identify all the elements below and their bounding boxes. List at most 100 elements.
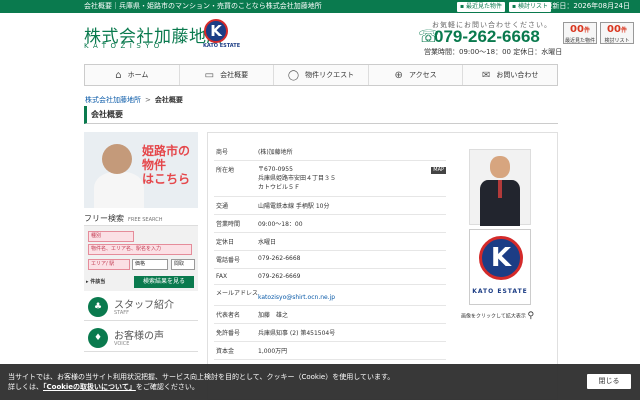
info-value: (株)加藤地所 — [258, 143, 446, 161]
banner-title: 姫路市の物件 はこちら — [142, 144, 198, 186]
search-submit-button[interactable]: 検索結果を見る — [134, 276, 194, 288]
nav-contact-label: お問い合わせ — [496, 71, 539, 79]
price-select[interactable]: 価格 — [132, 259, 168, 270]
info-value: 山陽電鉄本線 手柄駅 10分 — [258, 196, 446, 215]
free-search-title: フリー検索 FREE SEARCH — [84, 213, 163, 224]
considering-list-unit: 件 — [620, 27, 627, 34]
info-key: FAX — [214, 268, 258, 285]
info-row: 営業時間 09:00～18：00 — [214, 214, 446, 233]
staff-link[interactable]: ♣ スタッフ紹介 STAFF — [84, 293, 198, 321]
banner-model-body — [94, 172, 144, 208]
cookie-close-button[interactable]: 閉じる — [587, 374, 631, 389]
info-value: 079-262-6669 — [258, 268, 446, 285]
recent-items-counter[interactable]: 00件 最近見た物件 — [563, 22, 597, 44]
logo-k-icon: K — [479, 236, 523, 280]
considering-list-button[interactable]: ▪ 検討リスト — [509, 2, 551, 12]
cookie-message: 当サイトでは、お客様の当サイト利用状況把握、サービス向上検討を目的として、クッキ… — [8, 372, 568, 392]
photo-tie — [498, 180, 502, 198]
info-row: 定休日 水曜日 — [214, 232, 446, 251]
magnifier-icon[interactable]: ⚲ — [527, 311, 534, 321]
breadcrumb: 株式会社加藤地所 > 会社概要 — [85, 95, 183, 105]
layout-select[interactable]: 間取 — [171, 259, 195, 270]
considering-list-counter[interactable]: 00件 検討リスト — [600, 22, 634, 44]
area-station-select[interactable]: エリア/ 駅 — [88, 259, 130, 270]
globe-icon: ⊕ — [394, 69, 403, 81]
info-key: メールアドレス — [214, 284, 258, 306]
free-search-subtitle: FREE SEARCH — [128, 217, 163, 223]
kato-estate-logo-icon[interactable]: K — [204, 19, 228, 43]
company-info-table: 商号 (株)加藤地所 所在地 〒670-0955 兵庫県姫路市安田４丁目３５ カトウ… — [214, 143, 446, 360]
info-key: 商号 — [214, 143, 258, 161]
breadcrumb-home[interactable]: 株式会社加藤地所 — [85, 96, 141, 104]
site-logo-romaji: KATOZISYO — [84, 42, 164, 50]
info-value: 加藤 雄之 — [258, 305, 446, 324]
nav-contact[interactable]: ✉ お問い合わせ — [463, 65, 557, 85]
cookie-line1: 当サイトでは、お客様の当サイト利用状況把握、サービス向上検討を目的として、クッキ… — [8, 373, 395, 381]
info-row: メールアドレス katozisyo@shirt.ocn.ne.jp — [214, 284, 446, 306]
nav-request[interactable]: ◯ 物件リクエスト — [274, 65, 369, 85]
recent-items-label: 最近見た物件 — [465, 3, 502, 10]
cookie-banner: 当サイトでは、お客様の当サイト利用状況把握、サービス向上検討を目的として、クッキ… — [0, 364, 640, 400]
staff-link-title: スタッフ紹介 — [114, 300, 174, 311]
himeji-properties-banner[interactable]: 姫路市の物件 はこちら — [84, 132, 198, 208]
info-key: 所在地 — [214, 160, 258, 197]
banner-line2: はこちら — [142, 172, 191, 186]
global-nav: ⌂ ホーム ▭ 会社概要 ◯ 物件リクエスト ⊕ アクセス ✉ お問い合わせ — [84, 64, 558, 86]
voice-link[interactable]: ♦ お客様の声 VOICE — [84, 324, 198, 352]
info-row: FAX 079-262-6669 — [214, 268, 446, 285]
keyword-input[interactable]: 物件名、エリア名、駅名を入力 — [88, 244, 192, 255]
info-key: 電話番号 — [214, 250, 258, 269]
mail-icon: ✉ — [481, 69, 491, 81]
considering-list-count: 00 — [607, 24, 621, 35]
logo-wordmark: KATO ESTATE — [472, 288, 528, 295]
book-icon: ▭ — [204, 69, 215, 81]
voice-icon: ♦ — [88, 328, 108, 348]
nav-home[interactable]: ⌂ ホーム — [85, 65, 180, 85]
recent-items-button[interactable]: ▪ 最近見た物件 — [457, 2, 505, 12]
enlarge-note: 画像をクリックして拡大表示 ⚲ — [461, 311, 534, 321]
breadcrumb-separator: > — [145, 96, 151, 104]
info-value: 1,000万円 — [258, 341, 446, 360]
considering-list-counter-label: 検討リスト — [604, 38, 630, 44]
free-search-title-text: フリー検索 — [84, 214, 124, 223]
cookie-policy-link[interactable]: 「Cookieの取扱いについて」 — [43, 383, 136, 391]
recent-items-counter-label: 最近見た物件 — [564, 38, 595, 44]
enlarge-note-text: 画像をクリックして拡大表示 — [461, 313, 526, 320]
info-key: 営業時間 — [214, 214, 258, 233]
staff-link-sub: STAFF — [114, 310, 130, 316]
info-row: 免許番号 兵庫県知事 (2) 第451504号 — [214, 323, 446, 342]
business-hours: 営業時間：09:00～18：00 定休日：水曜日 — [424, 48, 563, 56]
recent-items-unit: 件 — [583, 27, 590, 34]
info-key: 免許番号 — [214, 323, 258, 342]
recent-items-count: 00 — [570, 24, 584, 35]
voice-link-title: お客様の声 — [114, 331, 164, 342]
chat-icon: ◯ — [287, 69, 300, 81]
info-value: 09:00～18：00 — [258, 214, 446, 233]
info-key: 交通 — [214, 196, 258, 215]
banner-model-head — [102, 144, 132, 174]
info-value: 水曜日 — [258, 232, 446, 251]
company-info-box: 商号 (株)加藤地所 所在地 〒670-0955 兵庫県姫路市安田４丁目３５ カトウ… — [207, 132, 558, 400]
company-logo-image[interactable]: K KATO ESTATE — [469, 229, 531, 305]
info-row: 商号 (株)加藤地所 — [214, 143, 446, 161]
info-row: 資本金 1,000万円 — [214, 341, 446, 360]
map-button[interactable]: MAP — [431, 167, 446, 174]
phone-number[interactable]: 079-262-6668 — [434, 27, 540, 47]
kato-estate-logo-text: KATO ESTATE — [203, 43, 241, 49]
info-row: 交通 山陽電鉄本線 手柄駅 10分 — [214, 196, 446, 215]
info-key: 資本金 — [214, 341, 258, 360]
breadcrumb-current: 会社概要 — [154, 96, 183, 104]
cookie-line2-pre: 詳しくは、 — [8, 383, 43, 391]
cookie-line2-post: をご確認ください。 — [135, 383, 199, 391]
match-count: ▸ 件該当 — [86, 279, 106, 285]
email-link[interactable]: katozisyo@shirt.ocn.ne.jp — [258, 294, 335, 301]
nav-access[interactable]: ⊕ アクセス — [369, 65, 464, 85]
considering-list-label: 検討リスト — [517, 3, 548, 10]
representative-photo[interactable] — [469, 149, 531, 226]
property-type-select[interactable]: 種別 — [88, 231, 134, 242]
info-value-cell: 〒670-0955 兵庫県姫路市安田４丁目３５ カトウビル５Ｆ MAP — [258, 160, 446, 197]
nav-home-label: ホーム — [127, 71, 149, 79]
free-search-panel: 種別 物件名、エリア名、駅名を入力 エリア/ 駅 価格 間取 ▸ 件該当 検索結… — [84, 225, 198, 291]
nav-company[interactable]: ▭ 会社概要 — [180, 65, 275, 85]
info-value: 兵庫県知事 (2) 第451504号 — [258, 323, 446, 342]
